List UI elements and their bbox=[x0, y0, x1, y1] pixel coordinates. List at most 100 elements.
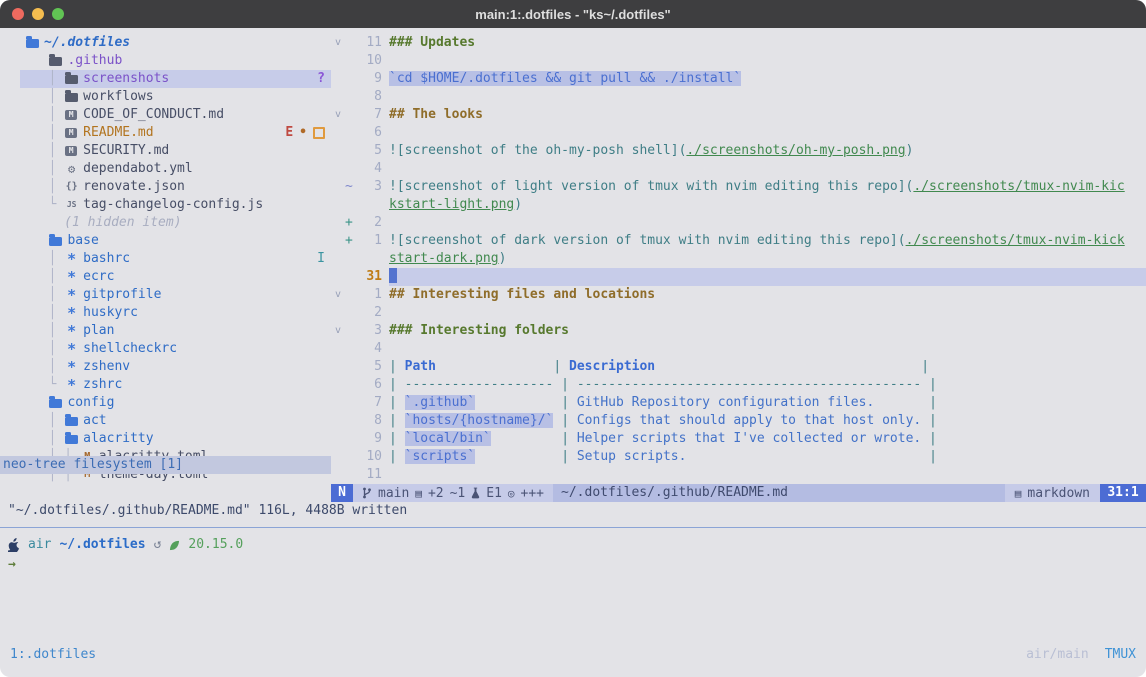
git-branch-icon bbox=[362, 487, 372, 499]
tree-item-shellcheckrc[interactable]: │ *shellcheckrc bbox=[20, 340, 331, 358]
tree-item-workflows[interactable]: │ workflows bbox=[20, 88, 331, 106]
close-button[interactable] bbox=[12, 8, 24, 20]
tree-item-security-md[interactable]: │ MSECURITY.md bbox=[20, 142, 331, 160]
tree-item-label: config bbox=[67, 394, 114, 412]
editor-line[interactable]: 10 bbox=[331, 52, 1146, 70]
tree-item-base[interactable]: base bbox=[20, 232, 331, 250]
editor-line[interactable]: v7## The looks bbox=[331, 106, 1146, 124]
tree-item-screenshots[interactable]: │ screenshots? bbox=[20, 70, 331, 88]
tree-item-marks: E• bbox=[285, 124, 325, 142]
line-content: ## The looks bbox=[389, 106, 1146, 124]
line-number: 6 bbox=[357, 124, 382, 142]
line-content: kstart-light.png) bbox=[389, 196, 1146, 214]
editor-line[interactable]: +2 bbox=[331, 214, 1146, 232]
tree-guide: │ bbox=[25, 412, 64, 430]
fold-indicator bbox=[331, 214, 345, 232]
tree-item-dependabot-yml[interactable]: │ ⚙dependabot.yml bbox=[20, 160, 331, 178]
tree-item-plan[interactable]: │ *plan bbox=[20, 322, 331, 340]
tree-item-zshenv[interactable]: │ *zshenv bbox=[20, 358, 331, 376]
shell-pane[interactable]: air ~/.dotfiles ↺ 20.15.0 → bbox=[8, 536, 243, 574]
editor-line[interactable]: 6| ------------------- | ---------------… bbox=[331, 376, 1146, 394]
editor-line[interactable]: 11 bbox=[331, 466, 1146, 484]
tmux-window-tab[interactable]: 1:.dotfiles bbox=[10, 646, 96, 664]
asterisk-file-icon: * bbox=[65, 290, 78, 300]
tree-item-alacritty[interactable]: │ alacritty bbox=[20, 430, 331, 448]
fold-indicator bbox=[331, 304, 345, 322]
tree-item-tag-changelog-config-js[interactable]: └ JStag-changelog-config.js bbox=[20, 196, 331, 214]
editor-line[interactable]: 5![screenshot of the oh-my-posh shell](.… bbox=[331, 142, 1146, 160]
asterisk-file-icon: * bbox=[65, 344, 78, 354]
status-mark-icon bbox=[313, 127, 325, 139]
editor-line[interactable]: 31 bbox=[331, 268, 1146, 286]
editor-line[interactable]: +1![screenshot of dark version of tmux w… bbox=[331, 232, 1146, 250]
editor-pane[interactable]: v11### Updates109`cd $HOME/.dotfiles && … bbox=[331, 28, 1146, 484]
minimize-button[interactable] bbox=[32, 8, 44, 20]
tree-item-renovate-json[interactable]: │ {}renovate.json bbox=[20, 178, 331, 196]
editor-line[interactable]: 4 bbox=[331, 340, 1146, 358]
command-line-message: "~/.dotfiles/.github/README.md" 116L, 44… bbox=[8, 503, 407, 518]
editor-line[interactable]: 7| `.github` | GitHub Repository configu… bbox=[331, 394, 1146, 412]
tree-item-label: SECURITY.md bbox=[83, 142, 169, 160]
editor-line[interactable]: 5| Path | Description | bbox=[331, 358, 1146, 376]
editor-line[interactable]: ~3![screenshot of light version of tmux … bbox=[331, 178, 1146, 196]
tree-item-act[interactable]: │ act bbox=[20, 412, 331, 430]
md-file-icon: M bbox=[65, 146, 77, 156]
editor-line[interactable]: 6 bbox=[331, 124, 1146, 142]
tmux-session-name: air/main bbox=[1026, 646, 1089, 664]
refresh-icon: ↺ bbox=[154, 536, 162, 554]
editor-line[interactable]: 4 bbox=[331, 160, 1146, 178]
editor-line[interactable]: 2 bbox=[331, 304, 1146, 322]
text-segment: ./screenshots/tmux-nvim-kick bbox=[906, 233, 1125, 248]
tree-item-huskyrc[interactable]: │ *huskyrc bbox=[20, 304, 331, 322]
editor-line[interactable]: v11### Updates bbox=[331, 34, 1146, 52]
editor-lines: v11### Updates109`cd $HOME/.dotfiles && … bbox=[331, 34, 1146, 484]
tree-guide: │ bbox=[25, 250, 64, 268]
tree-item-ecrc[interactable]: │ *ecrc bbox=[20, 268, 331, 286]
folder-icon bbox=[65, 417, 78, 426]
tree-item-gitprofile[interactable]: │ *gitprofile bbox=[20, 286, 331, 304]
line-content bbox=[389, 160, 1146, 178]
tree-item-github[interactable]: .github bbox=[20, 52, 331, 70]
line-number bbox=[357, 250, 382, 268]
line-content: `cd $HOME/.dotfiles && git pull && ./ins… bbox=[389, 70, 1146, 88]
line-number: 5 bbox=[357, 142, 382, 160]
zoom-button[interactable] bbox=[52, 8, 64, 20]
line-number: 1 bbox=[357, 286, 382, 304]
editor-line[interactable]: kstart-light.png) bbox=[331, 196, 1146, 214]
tree-item-readme-md[interactable]: │ MREADME.mdE• bbox=[20, 124, 331, 142]
fold-indicator bbox=[331, 358, 345, 376]
text-segment: Helper scripts that I've collected or wr… bbox=[577, 431, 921, 446]
text-segment: | bbox=[553, 413, 576, 428]
asterisk-file-icon: * bbox=[65, 254, 78, 264]
editor-line[interactable]: 8| `hosts/{hostname}/` | Configs that sh… bbox=[331, 412, 1146, 430]
line-content: | `scripts` | Setup scripts. | bbox=[389, 448, 1146, 466]
text-segment: ) bbox=[514, 197, 522, 212]
text-segment: `hosts/{hostname}/` bbox=[405, 413, 554, 428]
fold-indicator: v bbox=[331, 34, 345, 52]
fold-indicator bbox=[331, 70, 345, 88]
tree-guide: │ bbox=[25, 178, 64, 196]
tree-item-zshrc[interactable]: └ *zshrc bbox=[20, 376, 331, 394]
editor-line[interactable]: start-dark.png) bbox=[331, 250, 1146, 268]
tree-guide: │ bbox=[25, 106, 64, 124]
tmux-pane-divider bbox=[0, 527, 1146, 528]
prompt-arrow[interactable]: → bbox=[8, 556, 243, 574]
editor-line[interactable]: v1## Interesting files and locations bbox=[331, 286, 1146, 304]
tree-item-config[interactable]: config bbox=[20, 394, 331, 412]
editor-line[interactable]: v3### Interesting folders bbox=[331, 322, 1146, 340]
editor-line[interactable]: 9`cd $HOME/.dotfiles && git pull && ./in… bbox=[331, 70, 1146, 88]
editor-line[interactable]: 10| `scripts` | Setup scripts. | bbox=[331, 448, 1146, 466]
asterisk-file-icon: * bbox=[65, 308, 78, 318]
editor-line[interactable]: 8 bbox=[331, 88, 1146, 106]
terminal-window: main:1:.dotfiles - "ks~/.dotfiles" ~/.do… bbox=[0, 0, 1146, 677]
fold-indicator bbox=[331, 250, 345, 268]
editor-line[interactable]: 9| `local/bin` | Helper scripts that I'v… bbox=[331, 430, 1146, 448]
tree-item-dotfiles[interactable]: ~/.dotfiles bbox=[20, 34, 331, 52]
text-segment: | bbox=[921, 413, 937, 428]
folder-icon bbox=[65, 93, 78, 102]
tree-item-bashrc[interactable]: │ *bashrcI bbox=[20, 250, 331, 268]
tree-item-code-of-conduct-md[interactable]: │ MCODE_OF_CONDUCT.md bbox=[20, 106, 331, 124]
tree-item-1-hidden-item[interactable]: (1 hidden item) bbox=[20, 214, 331, 232]
fold-indicator bbox=[331, 448, 345, 466]
git-sign bbox=[345, 52, 357, 70]
